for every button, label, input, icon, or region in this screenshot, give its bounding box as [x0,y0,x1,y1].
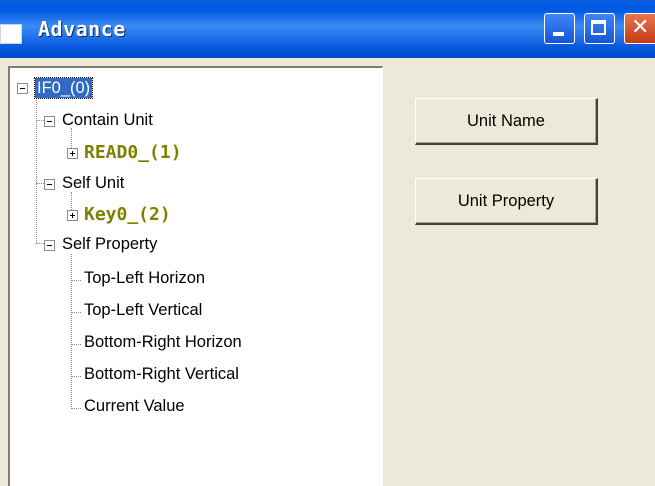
tree-connector [71,344,81,345]
tree-connector [36,120,44,121]
maximize-button[interactable] [584,13,615,44]
tree-node-property-item[interactable]: Current Value [84,396,185,416]
tree-connector [71,376,81,377]
unit-name-button[interactable]: Unit Name [415,98,598,145]
tree-node-contain-unit[interactable]: Contain Unit [62,110,153,130]
close-icon: ✕ [631,15,650,40]
minimize-button[interactable] [544,13,575,44]
unit-property-button[interactable]: Unit Property [415,178,598,225]
window-title: Advance [38,17,126,41]
tree-node-self-property[interactable]: Self Property [62,234,157,254]
collapse-self-unit-toggle[interactable] [44,179,55,190]
unit-tree-view[interactable]: IF0_(0) Contain Unit READ0_(1) Self Unit… [8,66,383,486]
tree-node-key0[interactable]: Key0_(2) [84,205,171,225]
expand-key0-toggle[interactable] [67,210,78,221]
tree-connector [71,312,81,313]
tree-node-self-unit[interactable]: Self Unit [62,173,124,193]
tree-node-property-item[interactable]: Bottom-Right Horizon [84,332,242,352]
minimize-icon [553,32,564,36]
tree-node-property-item[interactable]: Top-Left Horizon [84,268,205,288]
collapse-root-toggle[interactable] [17,83,28,94]
tree-node-read0[interactable]: READ0_(1) [84,143,182,163]
collapse-contain-unit-toggle[interactable] [44,116,55,127]
maximize-icon [591,20,606,35]
close-button[interactable]: ✕ [624,13,655,44]
tree-connector [36,100,37,243]
expand-read0-toggle[interactable] [67,148,78,159]
tree-connector [36,183,44,184]
window-icon [0,24,22,44]
tree-node-property-item[interactable]: Top-Left Vertical [84,300,202,320]
collapse-self-property-toggle[interactable] [44,240,55,251]
title-bar[interactable]: Advance ✕ [0,0,655,58]
tree-connector [71,280,81,281]
tree-connector [71,408,81,409]
tree-node-root[interactable]: IF0_(0) [33,77,94,99]
tree-node-property-item[interactable]: Bottom-Right Vertical [84,364,239,384]
tree-connector [71,254,72,407]
tree-connector [36,243,44,244]
